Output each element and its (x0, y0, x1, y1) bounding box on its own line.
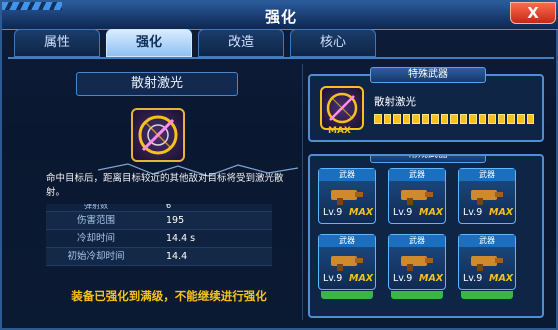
gun-icon (401, 256, 433, 271)
stat-label: 伤害范围 (76, 215, 115, 226)
weapon-card[interactable]: 武器 Lv.9 MAX (388, 168, 446, 224)
special-weapon-box: 特殊武器 MAX 散射激光 (308, 67, 544, 142)
equip-button[interactable] (391, 291, 443, 299)
weapon-level: Lv.9 (463, 273, 483, 284)
stat-label: 弹射数 (84, 204, 108, 210)
weapon-card-title: 武器 (459, 235, 515, 247)
weapon-card-title: 武器 (319, 235, 375, 247)
stat-row: 伤害范围 195 (46, 212, 272, 230)
tab-core[interactable]: 核心 (290, 29, 376, 57)
weapon-max-tag: MAX (419, 273, 444, 284)
gun-icon (331, 190, 363, 205)
weapon-card[interactable]: 武器 Lv.9 MAX (318, 234, 376, 299)
progress-segment (497, 114, 506, 124)
weapon-card-title: 武器 (319, 169, 375, 181)
game-window: 强化 X 属性 强化 改造 核心 散射激光 命中目标后，距离目标较近的其他敌对目… (0, 0, 558, 330)
special-weapon-name: 散射激光 (374, 96, 416, 108)
progress-segment (516, 114, 525, 124)
progress-segment (374, 114, 382, 124)
weapon-level: Lv.9 (463, 207, 483, 218)
stat-value: 195 (166, 215, 185, 226)
normal-weapons-box: 常规武器 武器 Lv.9 MAX 武器 Lv.9 MAX 武器 Lv.9 MAX (308, 154, 544, 318)
tab-attributes[interactable]: 属性 (14, 29, 100, 57)
progress-segment (421, 114, 430, 124)
progress-segment (488, 114, 496, 124)
stat-label: 初始冷却时间 (67, 251, 125, 262)
special-weapon-header: 特殊武器 (370, 67, 486, 83)
weapon-max-tag: MAX (349, 207, 374, 218)
weapon-level: Lv.9 (323, 207, 343, 218)
weapon-card[interactable]: 武器 Lv.9 MAX (458, 168, 516, 224)
weapon-max-tag: MAX (419, 207, 444, 218)
progress-segment (402, 114, 411, 124)
skill-description: 命中目标后，距离目标较近的其他敌对目标将受到激光散射。 (46, 173, 284, 198)
weapon-card[interactable]: 武器 Lv.9 MAX (318, 168, 376, 224)
progress-segment (431, 114, 439, 124)
stat-row: 初始冷却时间 14.4 (46, 248, 272, 266)
stat-value: 6 (166, 204, 172, 210)
weapon-max-tag: MAX (489, 273, 514, 284)
progress-segment (526, 114, 535, 124)
equip-button[interactable] (321, 291, 373, 299)
equip-button[interactable] (461, 291, 513, 299)
stat-row: 弹射数 6 (46, 204, 272, 212)
progress-segment (440, 114, 449, 124)
stat-label: 冷却时间 (76, 233, 115, 244)
gun-icon (471, 190, 503, 205)
weapon-card-title: 武器 (389, 169, 445, 181)
weapon-level: Lv.9 (393, 207, 413, 218)
tab-enhance[interactable]: 强化 (106, 29, 192, 57)
gun-icon (401, 190, 433, 205)
stat-value: 14.4 (166, 251, 188, 262)
weapon-card-title: 武器 (389, 235, 445, 247)
stats-table: 弹射数 6 伤害范围 195 冷却时间 14.4 s 初始冷却时间 14.4 (46, 204, 272, 266)
weapon-level: Lv.9 (323, 273, 343, 284)
weapon-card[interactable]: 武器 Lv.9 MAX (458, 234, 516, 299)
weapon-grid: 武器 Lv.9 MAX 武器 Lv.9 MAX 武器 Lv.9 MAX 武器 L… (318, 168, 542, 299)
progress-segment (507, 114, 515, 124)
tab-modify[interactable]: 改造 (198, 29, 284, 57)
gun-icon (471, 256, 503, 271)
progress-segment (412, 114, 420, 124)
panel-divider (302, 64, 303, 320)
tab-divider (8, 57, 554, 59)
skill-name: 散射激光 (76, 72, 238, 96)
normal-weapons-header: 常规武器 (370, 156, 486, 163)
gun-icon (331, 256, 363, 271)
progress-segment (459, 114, 468, 124)
progress-segment (383, 114, 392, 124)
stat-value: 14.4 s (166, 233, 196, 244)
weapon-card[interactable]: 武器 Lv.9 MAX (388, 234, 446, 299)
title-bar: 强化 X (2, 2, 558, 30)
special-weapon-max-tag: MAX (328, 126, 351, 136)
weapon-max-tag: MAX (489, 207, 514, 218)
skill-detail-panel: 散射激光 命中目标后，距离目标较近的其他敌对目标将受到激光散射。 弹射数 6 伤… (38, 64, 300, 316)
progress-segment (469, 114, 477, 124)
weapon-card-title: 武器 (459, 169, 515, 181)
enhance-progress-bar (374, 114, 535, 124)
weapon-level: Lv.9 (393, 273, 413, 284)
special-weapon-icon[interactable] (320, 86, 364, 130)
close-button[interactable]: X (510, 2, 556, 24)
progress-segment (478, 114, 487, 124)
stat-row: 冷却时间 14.4 s (46, 230, 272, 248)
progress-segment (393, 114, 401, 124)
progress-segment (450, 114, 458, 124)
scatter-laser-icon (131, 108, 185, 162)
weapon-max-tag: MAX (349, 273, 374, 284)
tab-bar: 属性 强化 改造 核心 (14, 29, 376, 57)
page-title: 强化 (264, 8, 297, 26)
maxed-message: 装备已强化到满级，不能继续进行强化 (71, 289, 267, 303)
